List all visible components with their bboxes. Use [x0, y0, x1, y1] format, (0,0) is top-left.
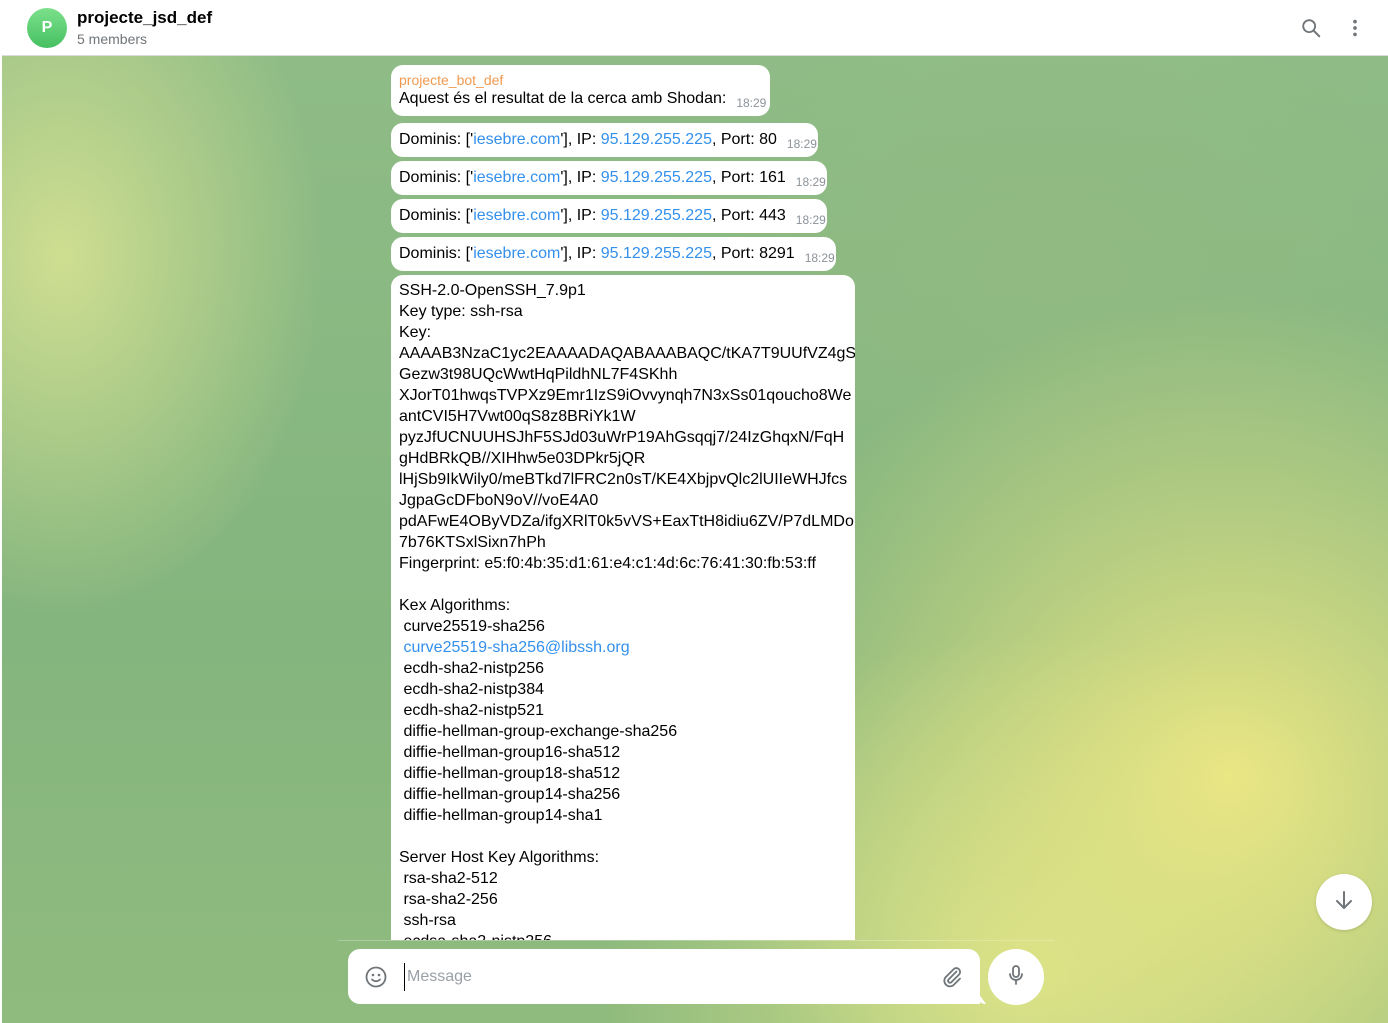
message-text-port: , Port: 161: [711, 169, 786, 186]
member-count: 5 members: [77, 31, 148, 47]
domain-link[interactable]: iesebre.com: [473, 245, 560, 262]
message-bubble[interactable]: Dominis: ['iesebre.com'], IP: 95.129.255…: [391, 199, 827, 233]
message-time: 18:29: [786, 137, 817, 151]
message-composer: [348, 949, 980, 1004]
message-text-prefix: Dominis: [': [399, 245, 474, 262]
ip-link[interactable]: 95.129.255.225: [601, 245, 712, 262]
arrow-down-icon: [1332, 888, 1356, 917]
ip-link[interactable]: 95.129.255.225: [601, 169, 712, 186]
avatar[interactable]: P: [27, 8, 67, 48]
message-time: 18:29: [804, 251, 835, 265]
message-input[interactable]: [404, 963, 924, 991]
ssh-info-text-continued: ecdh-sha2-nistp256 ecdh-sha2-nistp384 ec…: [399, 660, 678, 940]
message-time: 18:29: [795, 213, 826, 227]
message-text-prefix: Dominis: [': [399, 169, 474, 186]
message-text-mid: '], IP:: [560, 131, 601, 148]
message-text-port: , Port: 443: [711, 207, 786, 224]
message-bubble[interactable]: Dominis: ['iesebre.com'], IP: 95.129.255…: [391, 237, 836, 271]
scroll-to-bottom-button[interactable]: [1316, 874, 1372, 930]
message-text-prefix: Dominis: [': [399, 207, 474, 224]
message-bubble[interactable]: projecte_bot_def Aquest és el resultat d…: [391, 65, 770, 116]
message-bubble[interactable]: Dominis: ['iesebre.com'], IP: 95.129.255…: [391, 161, 827, 195]
ssh-info-message[interactable]: SSH-2.0-OpenSSH_7.9p1 Key type: ssh-rsa …: [391, 275, 855, 940]
smile-icon[interactable]: [364, 965, 388, 989]
message-time: 18:29: [736, 96, 767, 110]
message-text-prefix: Dominis: [': [399, 131, 474, 148]
message-time: 18:29: [795, 175, 826, 189]
telegram-chat-window: P projecte_jsd_def 5 members projecte_bo…: [2, 0, 1388, 1023]
message-text-mid: '], IP:: [560, 169, 601, 186]
ip-link[interactable]: 95.129.255.225: [601, 207, 712, 224]
ip-link[interactable]: 95.129.255.225: [601, 131, 712, 148]
ssh-info-text: SSH-2.0-OpenSSH_7.9p1 Key type: ssh-rsa …: [399, 282, 855, 635]
message-text: Aquest és el resultat de la cerca amb Sh…: [399, 90, 727, 107]
more-vertical-icon[interactable]: [1341, 14, 1369, 42]
message-text-port: , Port: 8291: [711, 245, 795, 262]
message-text-port: , Port: 80: [711, 131, 777, 148]
paperclip-icon[interactable]: [940, 965, 964, 989]
domain-link[interactable]: iesebre.com: [473, 131, 560, 148]
message-text-mid: '], IP:: [560, 245, 601, 262]
message-text-mid: '], IP:: [560, 207, 601, 224]
chat-header: P projecte_jsd_def 5 members: [2, 0, 1388, 56]
message-bubble[interactable]: Dominis: ['iesebre.com'], IP: 95.129.255…: [391, 123, 818, 157]
search-icon[interactable]: [1297, 14, 1325, 42]
microphone-icon: [1004, 963, 1028, 992]
composer-divider: [338, 940, 1054, 941]
email-link[interactable]: curve25519-sha256@libssh.org: [403, 639, 629, 656]
message-list[interactable]: projecte_bot_def Aquest és el resultat d…: [2, 56, 1388, 940]
domain-link[interactable]: iesebre.com: [473, 169, 560, 186]
chat-title[interactable]: projecte_jsd_def: [77, 8, 212, 28]
message-sender[interactable]: projecte_bot_def: [399, 72, 762, 88]
domain-link[interactable]: iesebre.com: [473, 207, 560, 224]
microphone-button[interactable]: [988, 949, 1044, 1005]
